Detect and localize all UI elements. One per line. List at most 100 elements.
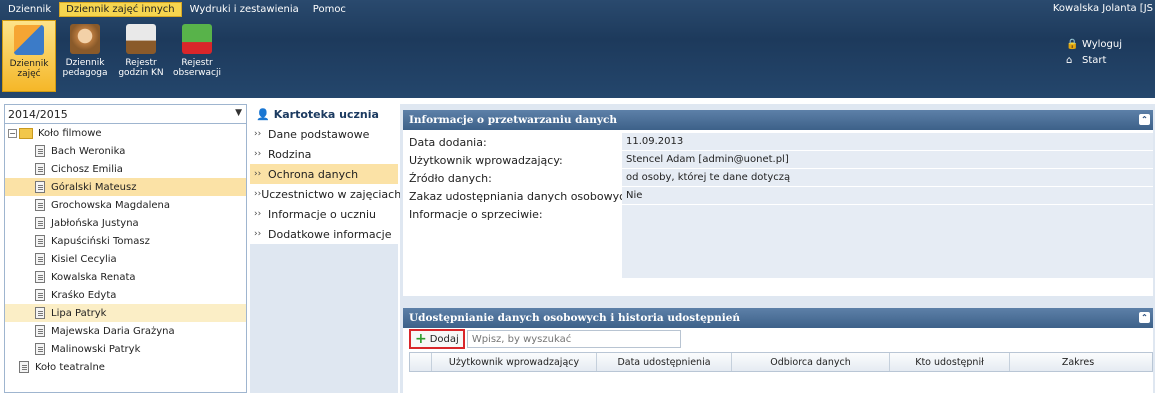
- column-header[interactable]: Kto udostępnił: [890, 353, 1010, 371]
- document-icon: [35, 253, 45, 265]
- start-label: Start: [1082, 54, 1107, 66]
- student-name: Malinowski Patryk: [51, 343, 141, 355]
- menu-dziennik-zajec-innych[interactable]: Dziennik zajęć innych: [59, 1, 182, 17]
- tree-student-item[interactable]: Kapuściński Tomasz: [5, 232, 246, 250]
- data-sharing-panel: Udostępnianie danych osobowych i histori…: [403, 308, 1153, 393]
- nav-ochrona-danych[interactable]: ›› Ochrona danych: [250, 164, 398, 184]
- school-year-select[interactable]: 2014/2015 ▼: [5, 105, 246, 124]
- info-rows: Data dodania: 11.09.2013 Użytkownik wpro…: [403, 130, 1153, 279]
- nav-dane-podstawowe[interactable]: ›› Dane podstawowe: [250, 124, 398, 144]
- journal-icon: [14, 25, 44, 55]
- menu-dziennik[interactable]: Dziennik: [2, 3, 57, 16]
- student-tree-panel: 2014/2015 ▼ − Koło filmowe Bach Weronika…: [4, 104, 247, 393]
- main-menu: Dziennik Dziennik zajęć innych Wydruki i…: [0, 0, 352, 18]
- student-card-icon: 👤: [256, 107, 270, 121]
- document-icon: [35, 145, 45, 157]
- collapse-up-icon[interactable]: ⌃: [1139, 114, 1150, 125]
- student-record-panel: 👤 Kartoteka ucznia ›› Dane podstawowe ›› R…: [250, 104, 402, 393]
- start-link[interactable]: ⌂ Start: [1066, 52, 1122, 68]
- column-header[interactable]: Użytkownik wprowadzający: [432, 353, 597, 371]
- lock-icon: 🔒: [1066, 38, 1079, 50]
- nav-label: Ochrona danych: [268, 167, 359, 181]
- collapse-up-icon[interactable]: ⌃: [1139, 312, 1150, 323]
- tree-student-item[interactable]: Jabłońska Justyna: [5, 214, 246, 232]
- nav-uczestnictwo[interactable]: ›› Uczestnictwo w zajęciach: [250, 184, 402, 204]
- module-dziennik-zajec-button[interactable]: Dziennik zajęć: [2, 20, 56, 92]
- panel-title: Udostępnianie danych osobowych i histori…: [409, 312, 741, 324]
- module-dziennik-pedagoga-button[interactable]: Dziennik pedagoga: [58, 20, 112, 92]
- menu-pomoc[interactable]: Pomoc: [307, 3, 352, 16]
- panel-header: Udostępnianie danych osobowych i histori…: [403, 308, 1153, 328]
- data-processing-panel: Informacje o przetwarzaniu danych ⌃ Data…: [403, 110, 1153, 296]
- chevron-right-icon: ››: [254, 129, 262, 139]
- module-label: Dziennik zajęć: [9, 59, 49, 79]
- logout-link[interactable]: 🔒 Wyloguj: [1066, 36, 1122, 52]
- module-label: Rejestr obserwacji: [173, 58, 221, 78]
- tree-student-item[interactable]: Majewska Daria Grażyna: [5, 322, 246, 340]
- nav-rodzina[interactable]: ›› Rodzina: [250, 144, 398, 164]
- tree-group-label: Koło teatralne: [35, 361, 105, 373]
- chevron-right-icon: ››: [254, 189, 262, 199]
- tree-student-item[interactable]: Góralski Mateusz: [5, 178, 246, 196]
- tree-student-item[interactable]: Kraśko Edyta: [5, 286, 246, 304]
- tree-student-item[interactable]: Lipa Patryk: [5, 304, 246, 322]
- tree-student-item[interactable]: Malinowski Patryk: [5, 340, 246, 358]
- module-label: Rejestr godzin KN: [118, 58, 164, 78]
- tree-group-kolo-filmowe[interactable]: − Koło filmowe: [5, 124, 246, 142]
- info-label: Użytkownik wprowadzający:: [409, 153, 563, 167]
- document-icon: [35, 289, 45, 301]
- nav-label: Informacje o uczniu: [268, 207, 376, 221]
- student-name: Kapuściński Tomasz: [51, 235, 150, 247]
- student-name: Lipa Patryk: [51, 307, 107, 319]
- module-rejestr-obserwacji-button[interactable]: Rejestr obserwacji: [170, 20, 224, 92]
- column-header[interactable]: Data udostępnienia: [597, 353, 732, 371]
- student-name: Jabłońska Justyna: [51, 217, 139, 229]
- nav-label: Uczestnictwo w zajęciach: [261, 187, 402, 201]
- school-year-value: 2014/2015: [8, 107, 68, 121]
- info-label: Zakaz udostępniania danych osobowych:: [409, 189, 636, 203]
- info-value: [622, 205, 1153, 279]
- document-icon: [35, 181, 45, 193]
- tree-group-kolo-teatralne[interactable]: Koło teatralne: [5, 358, 246, 376]
- student-name: Bach Weronika: [51, 145, 126, 157]
- document-icon: [35, 325, 45, 337]
- tree-student-item[interactable]: Cichosz Emilia: [5, 160, 246, 178]
- chevron-down-icon[interactable]: ▼: [235, 108, 242, 118]
- register-hours-icon: [126, 24, 156, 54]
- nav-dodatkowe-informacje[interactable]: ›› Dodatkowe informacje: [250, 224, 398, 244]
- menu-wydruki[interactable]: Wydruki i zestawienia: [184, 3, 305, 16]
- nav-label: Dane podstawowe: [268, 127, 370, 141]
- document-icon: [35, 271, 45, 283]
- column-header[interactable]: Zakres: [1010, 353, 1146, 371]
- module-rejestr-godzin-button[interactable]: Rejestr godzin KN: [114, 20, 168, 92]
- student-name: Majewska Daria Grażyna: [51, 325, 175, 337]
- chevron-right-icon: ››: [254, 229, 262, 239]
- add-button[interactable]: + Dodaj: [409, 329, 465, 349]
- tree-student-item[interactable]: Kisiel Cecylia: [5, 250, 246, 268]
- logout-label: Wyloguj: [1082, 38, 1122, 50]
- document-icon: [35, 343, 45, 355]
- student-record-menu: ›› Dane podstawowe ›› Rodzina ›› Ochrona da…: [250, 124, 402, 244]
- tree-student-item[interactable]: Grochowska Magdalena: [5, 196, 246, 214]
- row-selector-column: [410, 353, 432, 371]
- nav-informacje-o-uczniu[interactable]: ›› Informacje o uczniu: [250, 204, 398, 224]
- info-value: Nie: [622, 187, 1153, 205]
- chevron-right-icon: ››: [254, 209, 262, 219]
- student-name: Kisiel Cecylia: [51, 253, 117, 265]
- panel-title: Informacje o przetwarzaniu danych: [409, 114, 618, 126]
- collapse-icon[interactable]: −: [8, 128, 17, 138]
- document-icon: [19, 361, 29, 373]
- info-row-objection: Informacje o sprzeciwie:: [403, 205, 1153, 279]
- info-label: Data dodania:: [409, 135, 487, 149]
- content-area: Informacje o przetwarzaniu danych ⌃ Data…: [400, 104, 1155, 393]
- search-input[interactable]: [466, 330, 681, 348]
- document-icon: [35, 217, 45, 229]
- nav-label: Rodzina: [268, 147, 312, 161]
- tree-student-item[interactable]: Bach Weronika: [5, 142, 246, 160]
- student-name: Cichosz Emilia: [51, 163, 123, 175]
- column-header[interactable]: Odbiorca danych: [732, 353, 890, 371]
- tree-student-item[interactable]: Kowalska Renata: [5, 268, 246, 286]
- chevron-right-icon: ››: [254, 149, 262, 159]
- panel-header: Informacje o przetwarzaniu danych ⌃: [403, 110, 1153, 130]
- student-list: Bach Weronika Cichosz Emilia Góralski Mate…: [5, 142, 246, 358]
